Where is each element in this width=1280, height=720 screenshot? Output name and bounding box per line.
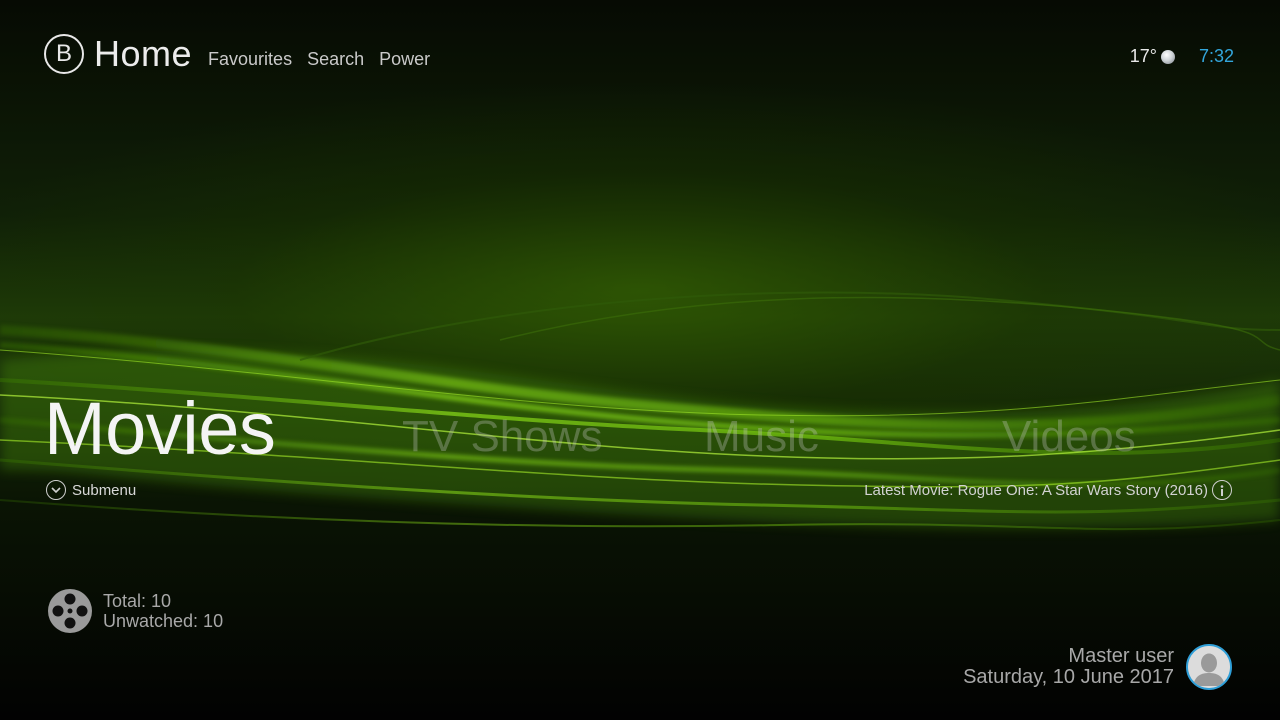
weather-clear-icon: [1160, 49, 1175, 64]
status-area: 17° 7:32: [1130, 46, 1234, 67]
latest-movie-label: Latest Movie: Rogue One: A Star Wars Sto…: [864, 481, 1208, 499]
nav-favourites[interactable]: Favourites: [208, 39, 292, 70]
menu-item-tv-shows[interactable]: TV Shows: [402, 412, 603, 462]
user-name: Master user: [1068, 645, 1174, 667]
menu-item-movies[interactable]: Movies: [44, 386, 276, 471]
home-screen: B Home Favourites Search Power 17° 7:32 …: [0, 0, 1280, 720]
film-reel-icon: [48, 589, 92, 633]
stats-total: Total: 10: [103, 591, 172, 611]
latest-movie[interactable]: Latest Movie: Rogue One: A Star Wars Sto…: [864, 480, 1232, 500]
app-logo: B: [44, 34, 84, 74]
menu-item-videos[interactable]: Videos: [1002, 412, 1136, 462]
top-bar: B Home Favourites Search Power: [44, 32, 445, 76]
page-title: Home: [94, 33, 193, 74]
stats-unwatched: Unwatched: 10: [103, 611, 224, 631]
submenu-label: Submenu: [72, 481, 137, 499]
clock: 7:32: [1198, 46, 1234, 66]
user-info[interactable]: Master user Saturday, 10 June 2017: [963, 644, 1232, 690]
info-icon: [1212, 480, 1232, 500]
avatar[interactable]: [1186, 644, 1232, 690]
temperature: 17°: [1129, 46, 1157, 66]
nav-power[interactable]: Power: [379, 39, 430, 70]
menu-item-music[interactable]: Music: [704, 412, 819, 462]
submenu-button[interactable]: Submenu: [46, 480, 136, 500]
user-silhouette-icon: [1188, 646, 1230, 688]
nav-search[interactable]: Search: [307, 39, 364, 70]
chevron-down-icon: [46, 480, 66, 500]
current-date: Saturday, 10 June 2017: [963, 666, 1174, 688]
library-stats: Total: 10 Unwatched: 10: [47, 588, 223, 634]
